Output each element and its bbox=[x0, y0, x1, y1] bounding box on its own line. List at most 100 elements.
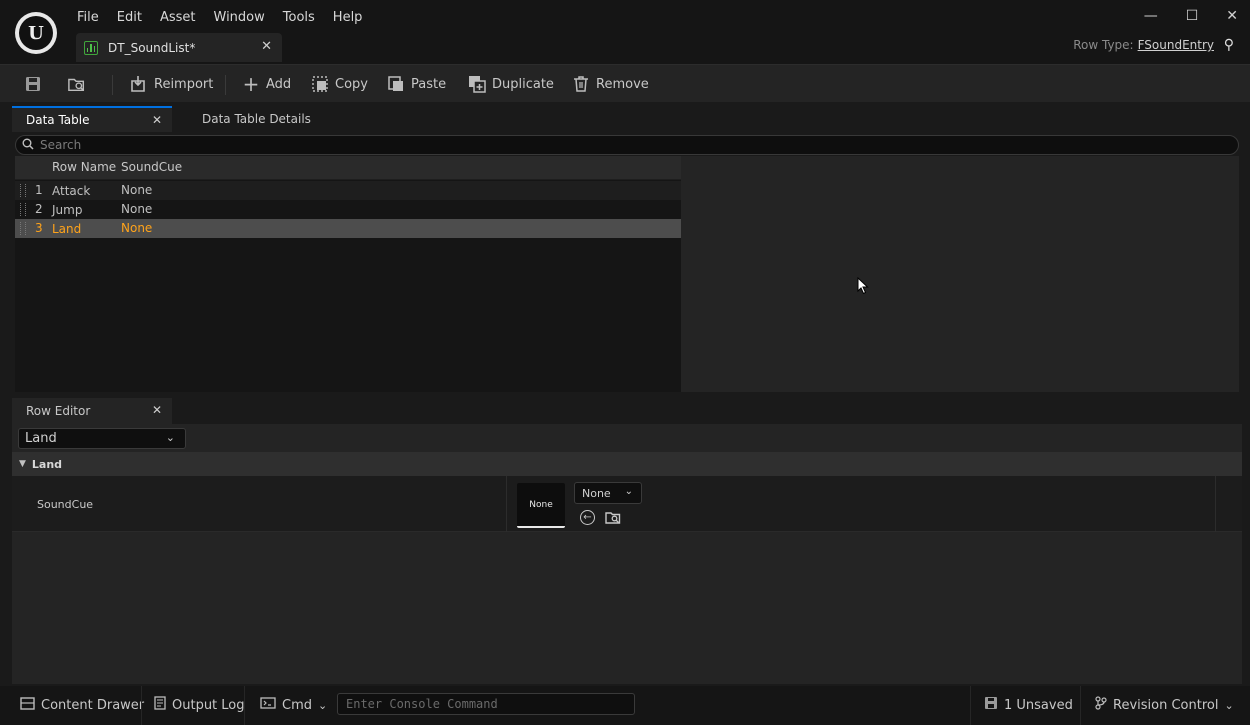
data-table-icon bbox=[84, 40, 98, 55]
tab-data-table-label: Data Table bbox=[26, 113, 90, 127]
toolbar: Reimport + Add Copy Paste Duplicate Remo… bbox=[0, 64, 1250, 102]
title-bar: U File Edit Asset Window Tools Help DT_S… bbox=[0, 0, 1250, 64]
save-button[interactable] bbox=[24, 73, 48, 95]
row-index: 3 bbox=[35, 221, 43, 235]
trash-icon bbox=[572, 75, 590, 93]
window-controls: — ☐ ✕ bbox=[1144, 8, 1238, 24]
content-drawer-label: Content Drawer bbox=[41, 697, 145, 713]
statusbar-separator bbox=[1080, 686, 1081, 725]
duplicate-icon bbox=[468, 75, 486, 93]
asset-thumbnail[interactable]: None bbox=[517, 483, 565, 528]
copy-label: Copy bbox=[335, 76, 368, 92]
branch-icon bbox=[1095, 696, 1107, 714]
tab-data-table[interactable]: Data Table ✕ bbox=[12, 106, 172, 132]
property-row-soundcue: SoundCue None None ⌄ ← bbox=[12, 476, 1242, 532]
statusbar-separator bbox=[244, 686, 245, 725]
use-selected-icon[interactable]: ← bbox=[580, 510, 595, 525]
close-window-icon[interactable]: ✕ bbox=[1226, 8, 1238, 24]
revision-control-dropdown[interactable]: Revision Control ⌄ bbox=[1095, 695, 1234, 715]
column-header-soundcue[interactable]: SoundCue bbox=[121, 160, 182, 174]
output-log-button[interactable]: Output Log bbox=[154, 695, 245, 715]
panel-tabs: Data Table ✕ Data Table Details bbox=[12, 104, 1242, 132]
cmd-label: Cmd bbox=[282, 697, 312, 713]
duplicate-button[interactable]: Duplicate bbox=[468, 73, 554, 95]
toolbar-separator bbox=[112, 75, 113, 95]
reimport-icon bbox=[130, 75, 148, 93]
search-box[interactable] bbox=[15, 135, 1239, 155]
chevron-down-icon: ⌄ bbox=[318, 698, 328, 712]
row-soundcue: None bbox=[121, 202, 153, 216]
minimize-icon[interactable]: — bbox=[1144, 8, 1158, 24]
column-splitter[interactable] bbox=[1215, 476, 1216, 532]
cmd-dropdown[interactable]: Cmd ⌄ bbox=[260, 695, 327, 715]
close-tab-icon[interactable]: ✕ bbox=[152, 113, 162, 127]
asset-picker-dropdown[interactable]: None ⌄ bbox=[574, 482, 642, 504]
revision-control-label: Revision Control bbox=[1113, 697, 1219, 713]
row-soundcue: None bbox=[121, 183, 153, 197]
unsaved-label: 1 Unsaved bbox=[1004, 697, 1073, 713]
table-header: Row Name SoundCue bbox=[15, 156, 681, 180]
menu-asset[interactable]: Asset bbox=[151, 8, 205, 28]
content-drawer-icon bbox=[20, 696, 35, 714]
table-row-selected[interactable]: 3 Land None bbox=[15, 219, 681, 238]
close-tab-icon[interactable]: ✕ bbox=[261, 39, 272, 54]
output-log-label: Output Log bbox=[172, 697, 245, 713]
toolbar-separator bbox=[225, 75, 226, 95]
search-icon bbox=[22, 138, 34, 153]
close-tab-icon[interactable]: ✕ bbox=[152, 403, 162, 417]
statusbar-separator bbox=[141, 686, 142, 725]
data-table-grid: Row Name SoundCue 1 Attack None 2 Jump N… bbox=[15, 156, 681, 392]
copy-button[interactable]: Copy bbox=[311, 73, 368, 95]
drag-handle-icon[interactable] bbox=[20, 203, 26, 216]
menu-bar: File Edit Asset Window Tools Help bbox=[68, 8, 371, 28]
remove-button[interactable]: Remove bbox=[572, 73, 649, 95]
save-icon bbox=[984, 696, 998, 714]
row-index: 2 bbox=[35, 202, 43, 216]
add-button[interactable]: + Add bbox=[242, 72, 292, 96]
chevron-down-icon: ⌄ bbox=[624, 486, 633, 497]
document-tab[interactable]: DT_SoundList* ✕ bbox=[76, 33, 282, 62]
row-editor-tabs: Row Editor ✕ bbox=[12, 396, 1242, 424]
paste-button[interactable]: Paste bbox=[387, 73, 446, 95]
reimport-button[interactable]: Reimport bbox=[130, 73, 213, 95]
save-icon bbox=[24, 75, 42, 93]
browse-button[interactable] bbox=[68, 73, 92, 95]
drag-handle-icon[interactable] bbox=[20, 184, 26, 197]
row-index: 1 bbox=[35, 183, 43, 197]
row-type-link[interactable]: FSoundEntry bbox=[1138, 38, 1214, 52]
table-row[interactable]: 1 Attack None bbox=[15, 181, 681, 200]
menu-help[interactable]: Help bbox=[324, 8, 372, 28]
menu-edit[interactable]: Edit bbox=[108, 8, 151, 28]
tab-row-editor-label: Row Editor bbox=[26, 404, 91, 418]
data-table-panel: Data Table ✕ Data Table Details Row Name… bbox=[12, 104, 1242, 394]
status-bar: Content Drawer Output Log Cmd ⌄ 1 Unsave… bbox=[0, 686, 1250, 725]
tab-data-table-details[interactable]: Data Table Details bbox=[188, 106, 348, 132]
statusbar-separator bbox=[970, 686, 971, 725]
content-drawer-button[interactable]: Content Drawer bbox=[20, 695, 144, 715]
paste-label: Paste bbox=[411, 76, 447, 92]
console-command-input[interactable] bbox=[337, 693, 635, 715]
category-header[interactable]: ▼ Land bbox=[12, 452, 1242, 476]
collapse-triangle-icon: ▼ bbox=[19, 459, 26, 469]
paste-icon bbox=[387, 75, 405, 93]
column-splitter[interactable] bbox=[506, 476, 507, 532]
maximize-icon[interactable]: ☐ bbox=[1186, 8, 1199, 24]
search-input[interactable] bbox=[40, 138, 1140, 152]
menu-file[interactable]: File bbox=[68, 8, 108, 28]
column-header-row-name[interactable]: Row Name bbox=[52, 160, 116, 174]
tab-row-editor[interactable]: Row Editor ✕ bbox=[12, 398, 172, 424]
drag-handle-icon[interactable] bbox=[20, 222, 26, 235]
row-selector-dropdown[interactable]: Land ⌄ bbox=[18, 428, 186, 449]
search-icon[interactable]: ⚲ bbox=[1224, 37, 1234, 53]
browse-asset-icon[interactable] bbox=[605, 510, 621, 524]
unreal-logo-icon[interactable]: U bbox=[15, 12, 57, 54]
remove-label: Remove bbox=[596, 76, 649, 92]
add-label: Add bbox=[266, 76, 292, 92]
table-row[interactable]: 2 Jump None bbox=[15, 200, 681, 219]
row-soundcue: None bbox=[121, 221, 153, 235]
menu-tools[interactable]: Tools bbox=[274, 8, 324, 28]
menu-window[interactable]: Window bbox=[205, 8, 274, 28]
unsaved-button[interactable]: 1 Unsaved bbox=[984, 695, 1073, 715]
chevron-down-icon: ⌄ bbox=[165, 431, 175, 444]
row-name: Attack bbox=[52, 184, 91, 198]
